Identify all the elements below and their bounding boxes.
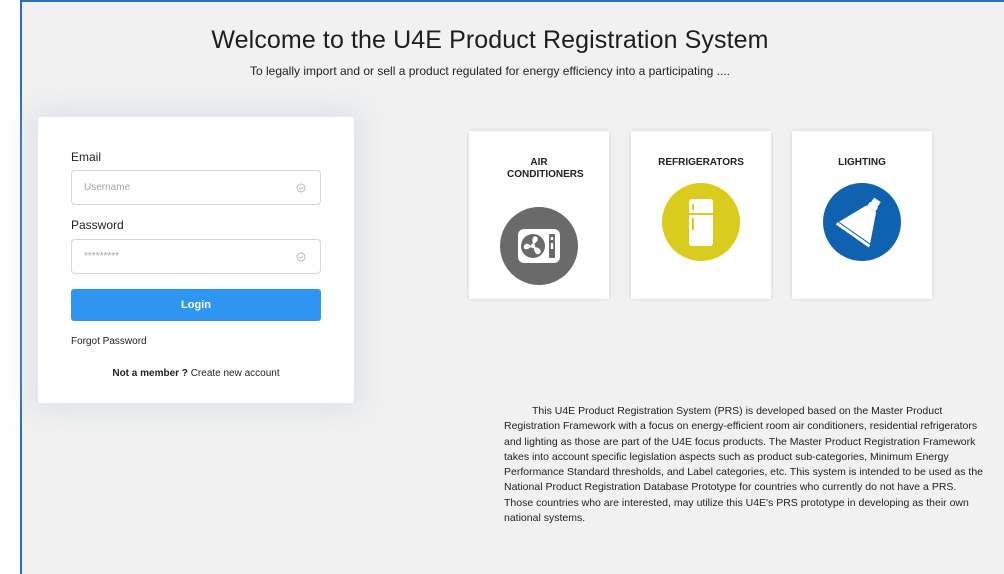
create-account-link[interactable]: Create new account [191,368,280,379]
product-label-lighting: LIGHTING [838,157,886,168]
email-field-wrapper [71,170,321,205]
password-label: Password [71,218,124,232]
refrigerator-icon [662,183,740,261]
forgot-password-link[interactable]: Forgot Password [71,336,147,347]
password-field[interactable] [72,240,320,273]
product-card-refrigerators[interactable]: REFRIGERATORS [631,131,771,299]
page-header: Welcome to the U4E Product Registration … [22,26,958,78]
not-member-text: Not a member ? [112,368,188,379]
product-label-air-conditioners: AIR CONDITIONERS [507,157,584,180]
page-frame: Welcome to the U4E Product Registration … [20,0,1004,574]
lamp-icon [823,183,901,261]
email-label: Email [71,150,102,164]
login-button[interactable]: Login [71,289,321,321]
page-subtitle: To legally import and or sell a product … [249,64,731,78]
login-card: Email Password Login Forgot Password Not… [38,117,354,403]
check-circle-icon [296,252,306,262]
air-conditioner-icon [500,207,578,285]
password-field-wrapper [71,239,321,274]
email-field[interactable] [72,171,320,204]
product-card-lighting[interactable]: LIGHTING [792,131,932,299]
system-description: This U4E Product Registration System (PR… [504,405,984,525]
signup-prompt: Not a member ? Create new account [38,368,354,379]
check-circle-icon [296,183,306,193]
product-card-air-conditioners[interactable]: AIR CONDITIONERS [469,131,609,299]
page-title: Welcome to the U4E Product Registration … [211,26,769,54]
product-label-refrigerators: REFRIGERATORS [658,157,744,168]
